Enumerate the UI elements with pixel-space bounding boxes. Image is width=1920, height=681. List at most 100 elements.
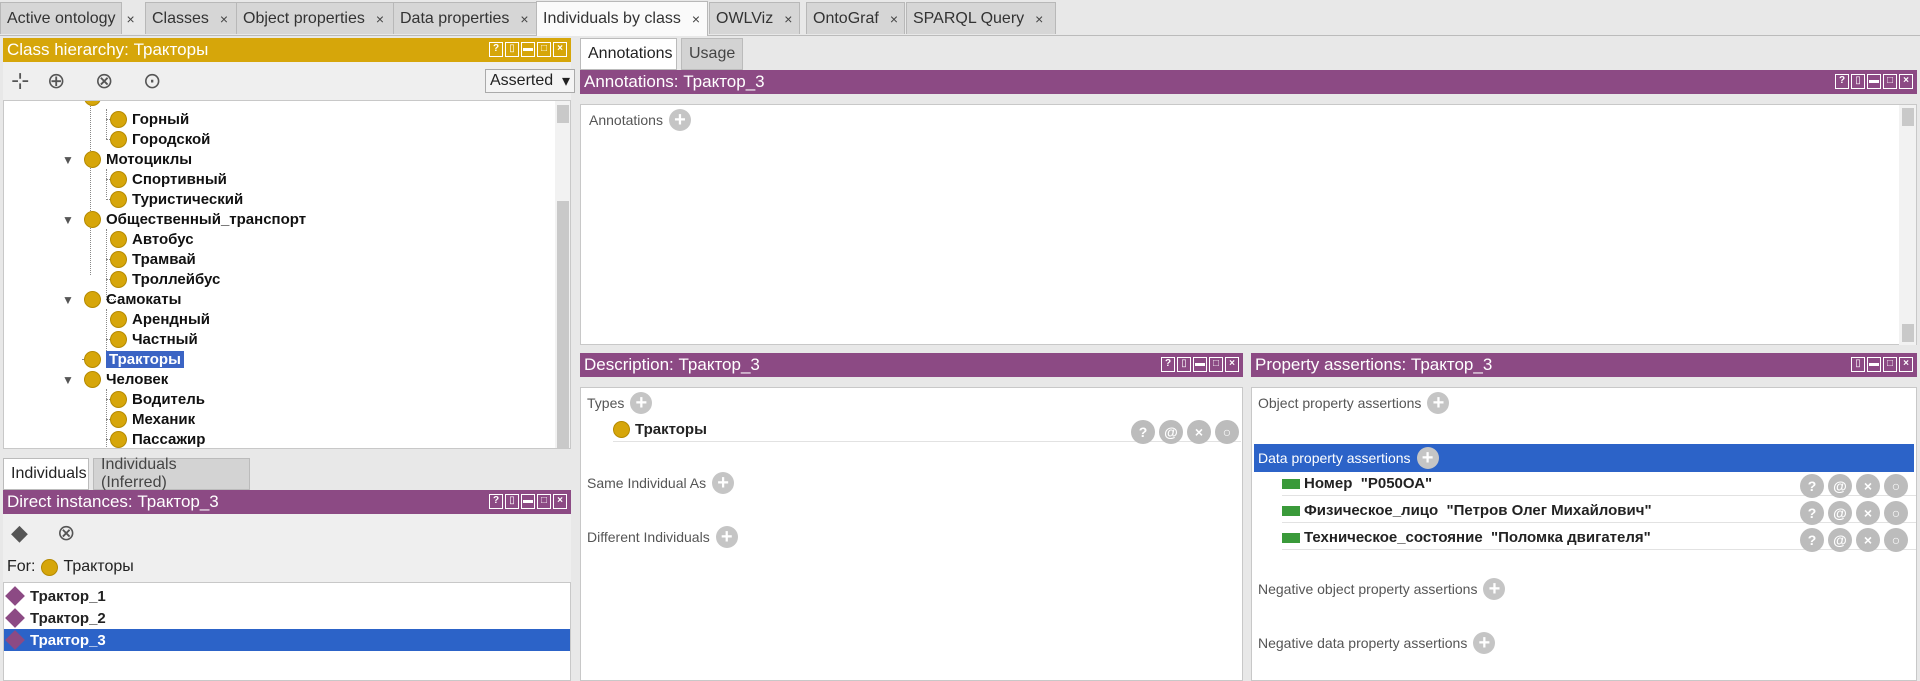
tree-item-private[interactable]: Частный (110, 329, 198, 349)
close-view-icon[interactable]: × (553, 494, 567, 509)
add-different-individual-button[interactable]: + (715, 526, 738, 548)
maximize-icon[interactable]: □ (1883, 74, 1897, 89)
expand-triangle-icon[interactable]: ▼ (62, 153, 74, 167)
tab-annotations[interactable]: Annotations (580, 38, 677, 70)
tab-data-properties[interactable]: Data properties × (393, 2, 537, 34)
close-icon[interactable]: × (784, 11, 792, 27)
minimize-icon[interactable]: ▬ (521, 42, 535, 57)
tab-classes[interactable]: Classes × (145, 2, 239, 34)
split-icon[interactable]: ▯ (1851, 357, 1865, 372)
tree-item-public-transport[interactable]: Общественный_транспорт (84, 209, 306, 229)
scroll-up-handle[interactable] (557, 105, 569, 123)
help-icon[interactable]: ? (1131, 420, 1155, 444)
close-view-icon[interactable]: × (1899, 357, 1913, 372)
help-icon[interactable]: ? (1800, 474, 1824, 498)
add-negative-data-property-button[interactable]: + (1473, 632, 1496, 654)
tree-item-gorny[interactable]: Горный (110, 109, 189, 129)
tab-individuals[interactable]: Individuals (3, 458, 89, 490)
tree-item-rental[interactable]: Арендный (110, 309, 210, 329)
help-icon[interactable]: ? (1800, 501, 1824, 525)
close-icon[interactable]: × (127, 11, 135, 27)
edit-icon[interactable]: ○ (1884, 474, 1908, 498)
tab-ontograf[interactable]: OntoGraf × (806, 2, 905, 34)
split-icon[interactable]: ▯ (1177, 357, 1191, 372)
close-icon[interactable]: × (692, 11, 700, 27)
maximize-icon[interactable]: □ (537, 494, 551, 509)
add-data-property-button[interactable]: + (1416, 447, 1439, 469)
minimize-icon[interactable]: ▬ (521, 494, 535, 509)
annotate-icon[interactable]: @ (1828, 528, 1852, 552)
close-view-icon[interactable]: × (1225, 357, 1239, 372)
tab-sparql-query[interactable]: SPARQL Query × (906, 2, 1056, 34)
hierarchy-mode-select[interactable]: Asserted ▾ (485, 69, 575, 93)
help-icon[interactable]: ? (489, 42, 503, 57)
minimize-icon[interactable]: ▬ (1867, 74, 1881, 89)
expand-triangle-icon[interactable]: ▼ (62, 213, 74, 227)
minimize-icon[interactable]: ▬ (1193, 357, 1207, 372)
list-item-selected[interactable]: Трактор_3 (4, 629, 570, 651)
delete-icon[interactable]: × (1856, 501, 1880, 525)
tab-usage[interactable]: Usage (681, 38, 743, 70)
edit-icon[interactable]: ○ (1884, 501, 1908, 525)
close-view-icon[interactable]: × (1899, 74, 1913, 89)
close-icon[interactable]: × (376, 11, 384, 27)
annotate-icon[interactable]: @ (1159, 420, 1183, 444)
tree-item-tourist[interactable]: Туристический (110, 189, 243, 209)
delete-icon[interactable]: × (1856, 474, 1880, 498)
add-sibling-icon[interactable]: ⊕ (47, 68, 65, 94)
add-negative-object-property-button[interactable]: + (1483, 578, 1506, 600)
tree-item-human[interactable]: Человек (84, 369, 168, 389)
tab-individuals-inferred[interactable]: Individuals (Inferred) (93, 456, 250, 491)
delete-icon[interactable]: × (1856, 528, 1880, 552)
close-icon[interactable]: × (890, 11, 898, 27)
split-icon[interactable]: ▯ (505, 494, 519, 509)
scroll-down-handle[interactable] (1902, 324, 1914, 342)
scrollbar[interactable] (1899, 105, 1916, 345)
list-item[interactable]: Трактор_2 (4, 607, 570, 629)
close-icon[interactable]: × (220, 11, 228, 27)
add-individual-icon[interactable]: ◆ (11, 520, 28, 546)
target-icon[interactable]: ⊙ (143, 68, 161, 94)
split-icon[interactable]: ▯ (505, 42, 519, 57)
help-icon[interactable]: ? (1161, 357, 1175, 372)
tab-owlviz[interactable]: OWLViz × (709, 2, 800, 34)
add-same-individual-button[interactable]: + (712, 472, 735, 494)
edit-icon[interactable]: ○ (1215, 420, 1239, 444)
annotate-icon[interactable]: @ (1828, 474, 1852, 498)
expand-triangle-icon[interactable]: ▼ (62, 293, 74, 307)
add-object-property-button[interactable]: + (1427, 392, 1450, 414)
add-annotation-button[interactable]: + (668, 109, 691, 131)
delete-icon[interactable]: × (1187, 420, 1211, 444)
tree-item-mechanic[interactable]: Механик (110, 409, 195, 429)
add-type-button[interactable]: + (630, 392, 653, 414)
close-icon[interactable]: × (1035, 11, 1043, 27)
split-icon[interactable]: ▯ (1851, 74, 1865, 89)
add-subclass-icon[interactable]: ⊹ (11, 68, 29, 94)
tab-object-properties[interactable]: Object properties × (236, 2, 396, 34)
maximize-icon[interactable]: □ (537, 42, 551, 57)
tree-item-bus[interactable]: Автобус (110, 229, 194, 249)
tab-active-ontology[interactable]: Active ontology × (0, 2, 135, 34)
help-icon[interactable]: ? (489, 494, 503, 509)
list-item[interactable]: Трактор_1 (4, 585, 570, 607)
tree-item-tractors[interactable]: Тракторы (84, 349, 184, 369)
tree-item-motorcycles[interactable]: Мотоциклы (84, 149, 192, 169)
tree-item-gorodskoy[interactable]: Городской (110, 129, 210, 149)
help-icon[interactable]: ? (1835, 74, 1849, 89)
tree-item-passenger[interactable]: Пассажир (110, 429, 205, 448)
delete-class-icon[interactable]: ⊗ (95, 68, 113, 94)
minimize-icon[interactable]: ▬ (1867, 357, 1881, 372)
tree-item-tram[interactable]: Трамвай (110, 249, 196, 269)
scroll-thumb[interactable] (557, 201, 569, 448)
help-icon[interactable]: ? (1800, 528, 1824, 552)
tree-item-sport[interactable]: Спортивный (110, 169, 227, 189)
edit-icon[interactable]: ○ (1884, 528, 1908, 552)
tab-individuals-by-class[interactable]: Individuals by class × (536, 1, 708, 36)
tree-item-trolleybus[interactable]: Троллейбус (110, 269, 220, 289)
delete-individual-icon[interactable]: ⊗ (57, 520, 75, 546)
annotate-icon[interactable]: @ (1828, 501, 1852, 525)
scroll-up-handle[interactable] (1902, 108, 1914, 126)
maximize-icon[interactable]: □ (1883, 357, 1897, 372)
close-icon[interactable]: × (520, 11, 528, 27)
tree-item-driver[interactable]: Водитель (110, 389, 205, 409)
